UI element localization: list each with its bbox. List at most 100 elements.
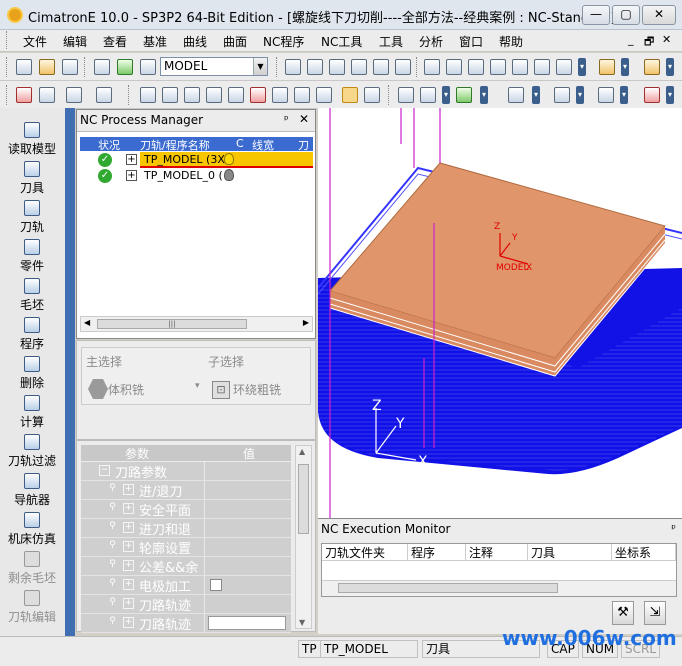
zoom-fit-icon[interactable] — [285, 59, 301, 75]
nc-cut-icon[interactable] — [206, 87, 222, 103]
parameter-row[interactable]: ⚲ + 轮廓设置 — [81, 538, 291, 557]
parameter-vertical-scrollbar[interactable]: ▲ ▼ — [295, 445, 312, 629]
parameter-row[interactable]: ⚲ + 电极加工 — [81, 576, 291, 595]
scroll-thumb[interactable] — [298, 464, 309, 534]
expand-icon[interactable]: + — [123, 541, 134, 552]
parameter-value-cell[interactable] — [206, 614, 291, 632]
collapse-icon[interactable]: − — [99, 465, 110, 476]
column-status[interactable]: 状况 — [98, 137, 120, 151]
parameter-value-cell[interactable] — [206, 462, 291, 480]
parameter-value-cell[interactable] — [206, 576, 291, 594]
nc-guide-compute-button[interactable]: 计算 — [0, 395, 64, 430]
execution-horizontal-scrollbar[interactable] — [322, 580, 676, 596]
nc-paste-icon[interactable] — [228, 87, 244, 103]
column-c[interactable]: C — [236, 137, 244, 150]
select-cursor-icon[interactable] — [39, 87, 55, 103]
toolbar-overflow-icon[interactable]: ▾ — [578, 58, 586, 76]
view-right-icon[interactable] — [490, 59, 506, 75]
scroll-down-icon[interactable]: ▼ — [299, 618, 305, 627]
zoom-select-icon[interactable] — [329, 59, 345, 75]
tree-row-tp-model[interactable]: ✓ + TP_MODEL (3X — [80, 152, 313, 168]
parameter-row[interactable]: ⚲ + 进刀和退 — [81, 519, 291, 538]
menu-nc-tools[interactable]: NC工具 — [321, 33, 362, 50]
nc-delete-icon[interactable] — [250, 87, 266, 103]
nc-copy-icon[interactable] — [184, 87, 200, 103]
menu-datum[interactable]: 基准 — [143, 33, 167, 50]
expand-icon[interactable]: + — [123, 522, 134, 533]
nc-swap-icon[interactable] — [364, 87, 380, 103]
undo-select-icon[interactable] — [96, 87, 112, 103]
column-toolpath-folder[interactable]: 刀轨文件夹 — [322, 544, 408, 561]
expand-icon[interactable]: + — [123, 598, 134, 609]
select-options-icon[interactable] — [66, 87, 82, 103]
menu-view[interactable]: 查看 — [103, 33, 127, 50]
scroll-right-icon[interactable]: ▶ — [303, 318, 309, 327]
nc-plane-icon[interactable] — [554, 87, 570, 103]
graphics-viewport[interactable]: Z Y MODEL X Z Y X — [318, 108, 682, 518]
parameter-value-cell[interactable] — [206, 500, 291, 518]
parameter-row[interactable]: − 刀路参数 — [81, 462, 291, 481]
parameter-value-cell[interactable] — [206, 557, 291, 575]
expand-icon[interactable]: + — [123, 503, 134, 514]
menu-curve[interactable]: 曲线 — [183, 33, 207, 50]
nc-redo-icon[interactable] — [294, 87, 310, 103]
nc-report-icon[interactable] — [508, 87, 524, 103]
parameter-row[interactable]: ⚲ + 安全平面 — [81, 500, 291, 519]
pan-icon[interactable] — [373, 59, 389, 75]
expand-icon[interactable]: + — [126, 154, 137, 165]
expand-icon[interactable]: + — [123, 560, 134, 571]
minimize-button[interactable]: — — [582, 5, 610, 25]
toolbar-overflow-icon[interactable]: ▾ — [576, 86, 584, 104]
nc-undo-icon[interactable] — [272, 87, 288, 103]
nc-explode-icon[interactable] — [316, 87, 332, 103]
exit-button[interactable]: ⇲ — [644, 601, 666, 625]
view-front-icon[interactable] — [468, 59, 484, 75]
layers-icon[interactable] — [117, 59, 133, 75]
expand-icon[interactable]: + — [126, 170, 137, 181]
menu-edit[interactable]: 编辑 — [63, 33, 87, 50]
nc-guide-delete-button[interactable]: 删除 — [0, 356, 64, 391]
zoom-icon[interactable] — [351, 59, 367, 75]
expand-icon[interactable]: + — [123, 579, 134, 590]
nc-axis-icon[interactable] — [644, 87, 660, 103]
parameter-value-cell[interactable] — [206, 595, 291, 613]
nc-edit-icon[interactable] — [162, 87, 178, 103]
toolbar-overflow-icon[interactable]: ▾ — [666, 58, 674, 76]
model-properties-icon[interactable] — [94, 59, 110, 75]
scroll-thumb[interactable] — [338, 583, 558, 593]
nc-simulate-icon[interactable] — [398, 87, 414, 103]
toolbar-overflow-icon[interactable]: ▾ — [532, 86, 540, 104]
expand-icon[interactable]: + — [123, 617, 134, 628]
tree-horizontal-scrollbar[interactable]: ◀ ||| ▶ — [80, 316, 313, 332]
mdi-minimize-button[interactable]: _ — [628, 33, 634, 46]
view-left-icon[interactable] — [512, 59, 528, 75]
column-name[interactable]: 刀轨/程序名称 — [140, 137, 210, 151]
pin-icon[interactable]: ᵖ — [671, 522, 676, 535]
scroll-thumb[interactable]: ||| — [97, 319, 247, 329]
nc-guide-toolpath-filter-button[interactable]: 刀轨过滤 — [0, 434, 64, 469]
nc-guide-read-model-button[interactable]: 读取模型 — [0, 122, 64, 157]
chevron-down-icon[interactable]: ▾ — [195, 381, 200, 391]
new-file-icon[interactable] — [16, 59, 32, 75]
menu-file[interactable]: 文件 — [23, 33, 47, 50]
parameter-row[interactable]: ⚲ + 进/退刀 — [81, 481, 291, 500]
scroll-left-icon[interactable]: ◀ — [84, 318, 90, 327]
expand-icon[interactable]: + — [123, 484, 134, 495]
parameter-value-cell[interactable] — [206, 481, 291, 499]
volume-milling-icon[interactable] — [88, 379, 108, 399]
nc-guide-procedure-button[interactable]: 程序 — [0, 317, 64, 352]
model-select[interactable]: MODEL ▼ — [160, 57, 268, 76]
menu-nc-program[interactable]: NC程序 — [263, 33, 304, 50]
column-procedure[interactable]: 程序 — [408, 544, 466, 561]
menu-surface[interactable]: 曲面 — [223, 33, 247, 50]
rotate-icon[interactable] — [395, 59, 411, 75]
nc-guide-stock-button[interactable]: 毛坯 — [0, 278, 64, 313]
menu-window[interactable]: 窗口 — [459, 33, 483, 50]
parameter-row[interactable]: ⚲ + 公差&&余 — [81, 557, 291, 576]
column-linewidth[interactable]: 线宽 — [252, 137, 274, 151]
nc-guide-remaining-stock-button[interactable]: 剩余毛坯 — [0, 551, 64, 586]
chevron-down-icon[interactable]: ▼ — [253, 58, 267, 75]
light-bulb-icon[interactable] — [644, 59, 660, 75]
execute-button[interactable]: ⚒ — [612, 601, 634, 625]
nc-active-mode-icon[interactable] — [342, 87, 358, 103]
